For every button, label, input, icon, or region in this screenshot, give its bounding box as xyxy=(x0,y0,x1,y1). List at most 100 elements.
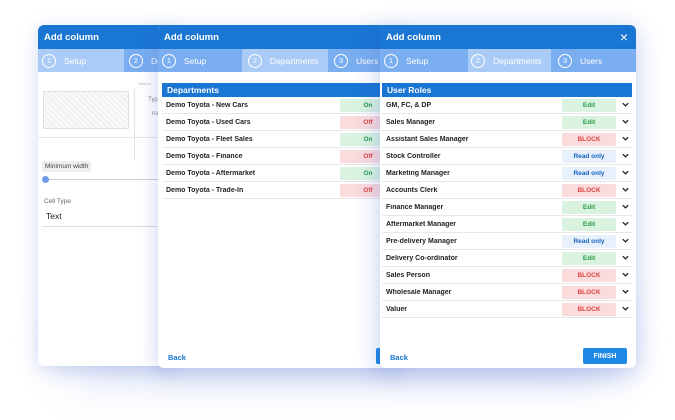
chevron-down-icon[interactable] xyxy=(621,219,630,228)
access-level-select[interactable]: BLOCK xyxy=(562,302,616,316)
step-label: Setup xyxy=(64,55,87,66)
minimum-width-slider-track[interactable] xyxy=(44,179,173,180)
step-number: 2 xyxy=(248,53,262,68)
chevron-down-icon[interactable] xyxy=(621,253,630,262)
step-label: Setup xyxy=(406,55,429,66)
dialog-header: Add column × xyxy=(380,25,636,49)
close-icon[interactable]: × xyxy=(620,28,628,46)
step-setup[interactable]: 1 Setup xyxy=(38,49,124,72)
minimum-width-slider-handle[interactable] xyxy=(42,176,49,183)
step-users[interactable]: 3 Users xyxy=(551,49,602,72)
department-name: Demo Toyota - Used Cars xyxy=(166,118,251,126)
finish-button[interactable]: FINISH xyxy=(583,348,627,364)
user-roles-list: GM, FC, & DP Edit Sales Manager Edit Assista… xyxy=(382,97,632,318)
step-departments[interactable]: 2 Departments xyxy=(468,49,551,72)
section-title: Departments xyxy=(162,83,398,97)
step-setup[interactable]: 1 Setup xyxy=(158,49,242,72)
dialog-title: Add column xyxy=(44,31,99,43)
chevron-down-icon[interactable] xyxy=(621,236,630,245)
department-row: Demo Toyota - Finance Off xyxy=(162,148,398,165)
dialog-title: Add column xyxy=(164,31,219,43)
chevron-down-icon[interactable] xyxy=(621,100,630,109)
chevron-down-icon[interactable] xyxy=(621,151,630,160)
user-role-row: GM, FC, & DP Edit xyxy=(382,97,632,114)
step-departments[interactable]: 2 Departments xyxy=(242,49,328,72)
chevron-down-icon[interactable] xyxy=(621,168,630,177)
cell-type-value[interactable]: Text xyxy=(46,211,62,221)
header-preview-label: Header xyxy=(138,81,152,86)
step-setup[interactable]: 1 Setup xyxy=(380,49,468,72)
user-role-name: GM, FC, & DP xyxy=(386,101,432,109)
column-preview-placeholder xyxy=(43,91,129,129)
back-button[interactable]: Back xyxy=(390,353,408,362)
access-level-select[interactable]: Edit xyxy=(562,115,616,129)
add-column-dialog-setup: Add column 1 Setup 2 De Header Typ na Mi… xyxy=(38,25,173,366)
chevron-down-icon[interactable] xyxy=(621,202,630,211)
user-role-row: Pre-delivery Manager Read only xyxy=(382,233,632,250)
department-row: Demo Toyota - Fleet Sales On xyxy=(162,131,398,148)
user-roles-section: User Roles GM, FC, & DP Edit Sales Manager… xyxy=(382,83,632,318)
user-role-name: Sales Manager xyxy=(386,118,436,126)
stepper: 1 Setup 2 Departments 3 Users xyxy=(158,49,398,72)
step-number: 3 xyxy=(334,53,348,68)
access-level-select[interactable]: Read only xyxy=(562,234,616,248)
divider xyxy=(38,137,173,138)
access-level-select[interactable]: Edit xyxy=(562,251,616,265)
step-users[interactable]: 3 Users xyxy=(328,49,378,72)
departments-section: Departments Demo Toyota - New Cars On Demo… xyxy=(162,83,398,199)
department-name: Demo Toyota - Fleet Sales xyxy=(166,135,253,143)
stepper: 1 Setup 2 De xyxy=(38,49,173,72)
user-role-name: Stock Controller xyxy=(386,152,441,160)
dialog-title: Add column xyxy=(386,31,441,43)
chevron-down-icon[interactable] xyxy=(621,134,630,143)
minimum-width-label: Minimum width xyxy=(42,161,92,172)
chevron-down-icon[interactable] xyxy=(621,270,630,279)
access-level-select[interactable]: Edit xyxy=(562,200,616,214)
chevron-down-icon[interactable] xyxy=(621,287,630,296)
department-name: Demo Toyota - Finance xyxy=(166,152,243,160)
user-role-row: Marketing Manager Read only xyxy=(382,165,632,182)
department-row: Demo Toyota - New Cars On xyxy=(162,97,398,114)
user-role-name: Aftermarket Manager xyxy=(386,220,457,228)
user-role-name: Assistant Sales Manager xyxy=(386,135,469,143)
user-role-row: Assistant Sales Manager BLOCK xyxy=(382,131,632,148)
user-role-row: Stock Controller Read only xyxy=(382,148,632,165)
chevron-down-icon[interactable] xyxy=(621,185,630,194)
step-number: 2 xyxy=(471,53,485,68)
user-role-name: Pre-delivery Manager xyxy=(386,237,457,245)
dialog-header: Add column xyxy=(38,25,173,49)
access-level-select[interactable]: Edit xyxy=(562,217,616,231)
user-role-name: Finance Manager xyxy=(386,203,444,211)
user-role-name: Accounts Clerk xyxy=(386,186,438,194)
access-level-select[interactable]: BLOCK xyxy=(562,132,616,146)
department-row: Demo Toyota - Aftermarket On xyxy=(162,165,398,182)
divider xyxy=(134,88,135,160)
user-role-row: Sales Manager Edit xyxy=(382,114,632,131)
step-label: Setup xyxy=(184,55,207,66)
step-number: 1 xyxy=(162,53,176,68)
step-number: 1 xyxy=(384,53,398,68)
access-level-select[interactable]: Edit xyxy=(562,98,616,112)
dialog-footer: Back FINISH xyxy=(380,346,636,368)
add-column-dialog-users: Add column × 1 Setup 2 Departments 3 Use… xyxy=(380,25,636,368)
access-level-select[interactable]: Read only xyxy=(562,166,616,180)
cell-type-underline xyxy=(42,226,173,227)
step-departments[interactable]: 2 De xyxy=(124,49,162,72)
user-role-name: Marketing Manager xyxy=(386,169,450,177)
chevron-down-icon[interactable] xyxy=(621,117,630,126)
user-role-name: Delivery Co-ordinator xyxy=(386,254,458,262)
step-number: 1 xyxy=(42,53,56,68)
add-column-dialog-departments: Add column 1 Setup 2 Departments 3 Users… xyxy=(158,25,398,368)
access-level-select[interactable]: Read only xyxy=(562,149,616,163)
step-number: 3 xyxy=(558,53,572,68)
access-level-select[interactable]: BLOCK xyxy=(562,183,616,197)
step-label: Departments xyxy=(270,55,319,66)
user-role-name: Wholesale Manager xyxy=(386,288,452,296)
back-button[interactable]: Back xyxy=(168,353,186,362)
department-row: Demo Toyota - Trade-In Off xyxy=(162,182,398,199)
user-role-row: Valuer BLOCK xyxy=(382,301,632,318)
chevron-down-icon[interactable] xyxy=(621,304,630,313)
access-level-select[interactable]: BLOCK xyxy=(562,268,616,282)
department-name: Demo Toyota - Aftermarket xyxy=(166,169,256,177)
access-level-select[interactable]: BLOCK xyxy=(562,285,616,299)
